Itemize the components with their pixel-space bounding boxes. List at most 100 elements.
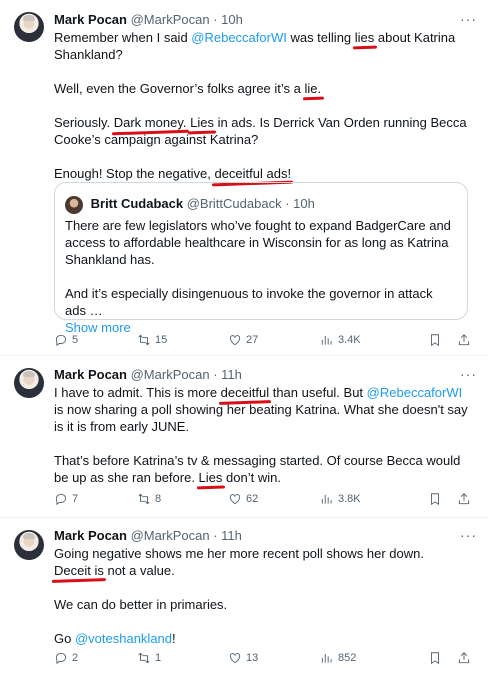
share-icon xyxy=(458,652,470,664)
more-icon[interactable]: ··· xyxy=(460,367,476,383)
tweet-text: Remember when I said @RebeccaforWI was t… xyxy=(54,29,468,182)
bookmark-icon xyxy=(431,652,439,665)
repost-count: 8 xyxy=(155,493,162,506)
author-name[interactable]: Mark Pocan xyxy=(54,528,127,543)
repost-icon xyxy=(138,493,150,505)
share-button[interactable] xyxy=(457,649,471,667)
tweet[interactable]: Mark Pocan @MarkPocan · 11h ··· I have t… xyxy=(0,355,488,517)
views-button[interactable]: 3.4K xyxy=(320,331,361,349)
avatar[interactable] xyxy=(14,530,44,560)
mention-link[interactable]: @voteshankland xyxy=(75,631,172,646)
views-button[interactable]: 852 xyxy=(320,649,356,667)
mention-link[interactable]: @RebeccaforWI xyxy=(191,30,287,45)
reply-icon xyxy=(55,334,67,347)
quote-paragraph: And it’s especially disingenuous to invo… xyxy=(65,286,433,318)
underlined-word: deceitful ads! xyxy=(214,166,292,181)
tweet-paragraph: Seriously. Dark money. Lies in ads. Is D… xyxy=(54,114,468,148)
like-count: 13 xyxy=(246,652,259,665)
share-button[interactable] xyxy=(457,331,471,349)
repost-button[interactable]: 1 xyxy=(137,649,161,667)
reply-icon xyxy=(55,493,67,506)
mention-link[interactable]: @RebeccaforWI xyxy=(367,385,463,400)
text-span: Enough! Stop the negative, xyxy=(54,166,215,181)
repost-count: 1 xyxy=(155,652,162,665)
more-icon[interactable]: ··· xyxy=(460,12,476,28)
like-icon xyxy=(229,494,241,505)
reply-button[interactable]: 5 xyxy=(54,331,78,349)
text-span: than useful. But xyxy=(269,385,367,400)
underlined-word: Lies xyxy=(190,115,214,130)
tweet-text: I have to admit. This is more deceitful … xyxy=(54,384,468,486)
bookmark-button[interactable] xyxy=(428,331,442,349)
separator-dot: · xyxy=(213,12,218,27)
text-span: Well, even the Governor’s folks agree it… xyxy=(54,81,305,96)
timestamp[interactable]: 11h xyxy=(221,528,242,543)
views-count: 852 xyxy=(338,652,357,665)
tweet-text: Going negative shows me her more recent … xyxy=(54,545,468,647)
avatar[interactable] xyxy=(14,368,44,398)
text-span: not a value. xyxy=(103,563,175,578)
like-button[interactable]: 27 xyxy=(228,331,258,349)
reply-button[interactable]: 2 xyxy=(54,649,78,667)
text-span: Seriously. xyxy=(54,115,114,130)
quote-author-handle: @BrittCudaback xyxy=(186,196,282,211)
bookmark-icon xyxy=(431,334,439,347)
share-button[interactable] xyxy=(457,490,471,508)
timestamp[interactable]: 11h xyxy=(221,367,242,382)
tweet[interactable]: Mark Pocan @MarkPocan · 10h ··· Remember… xyxy=(0,0,488,355)
reply-count: 5 xyxy=(72,334,79,347)
repost-button[interactable]: 8 xyxy=(137,490,161,508)
author-name[interactable]: Mark Pocan xyxy=(54,367,127,382)
text-span: Remember when I said xyxy=(54,30,192,45)
reply-count: 7 xyxy=(72,493,79,506)
share-icon xyxy=(458,334,470,346)
action-bar: 2 1 13 852 xyxy=(54,649,474,667)
like-button[interactable]: 62 xyxy=(228,490,258,508)
underlined-word: Dark money. xyxy=(113,115,187,130)
views-button[interactable]: 3.8K xyxy=(320,490,361,508)
like-icon xyxy=(229,335,241,346)
timestamp[interactable]: 10h xyxy=(221,12,243,27)
author-name[interactable]: Mark Pocan xyxy=(54,12,127,27)
avatar[interactable] xyxy=(14,12,44,42)
quoted-tweet[interactable]: Britt Cudaback @BrittCudaback · 10h Ther… xyxy=(54,182,468,335)
quote-header: Britt Cudaback @BrittCudaback · 10h xyxy=(65,195,315,214)
views-icon xyxy=(321,654,332,663)
text-span: I have to admit. This is more xyxy=(54,385,221,400)
author-handle[interactable]: @MarkPocan xyxy=(131,528,210,543)
tweet-paragraph: Enough! Stop the negative, deceitful ads… xyxy=(54,165,468,182)
underlined-word: deceitful xyxy=(220,385,270,400)
bookmark-button[interactable] xyxy=(428,649,442,667)
bookmark-button[interactable] xyxy=(428,490,442,508)
more-icon[interactable]: ··· xyxy=(460,528,476,544)
like-icon xyxy=(229,653,241,664)
views-count: 3.4K xyxy=(338,334,361,347)
separator-dot: · xyxy=(213,528,218,543)
text-span: don’t win. xyxy=(222,470,281,485)
views-icon xyxy=(321,495,332,504)
tweet-paragraph: We can do better in primaries. xyxy=(54,597,228,612)
like-button[interactable]: 13 xyxy=(228,649,258,667)
like-count: 27 xyxy=(246,334,259,347)
tweet[interactable]: Mark Pocan @MarkPocan · 11h ··· Going ne… xyxy=(0,517,488,677)
text-span: ! xyxy=(172,631,176,646)
tweet-paragraph: Going negative shows me her more recent … xyxy=(54,545,468,579)
views-icon xyxy=(321,336,332,345)
quote-avatar xyxy=(65,195,83,214)
text-span: Going negative shows me her more recent … xyxy=(54,546,424,561)
action-bar: 7 8 62 3.8K xyxy=(54,490,474,508)
like-count: 62 xyxy=(246,493,259,506)
reply-button[interactable]: 7 xyxy=(54,490,78,508)
text-span: Go xyxy=(54,631,75,646)
bookmark-icon xyxy=(431,493,439,506)
author-handle[interactable]: @MarkPocan xyxy=(131,367,210,382)
repost-button[interactable]: 15 xyxy=(137,331,167,349)
separator-dot: · xyxy=(285,196,290,211)
underlined-word: lie. xyxy=(304,81,322,96)
quote-paragraph: There are few legislators who’ve fought … xyxy=(65,218,451,267)
tweet-paragraph: I have to admit. This is more deceitful … xyxy=(54,384,468,435)
tweet-paragraph: Remember when I said @RebeccaforWI was t… xyxy=(54,29,468,63)
author-handle[interactable]: @MarkPocan xyxy=(131,12,210,27)
reply-icon xyxy=(55,652,67,665)
tweet-paragraph: Go @voteshankland! xyxy=(54,630,468,647)
